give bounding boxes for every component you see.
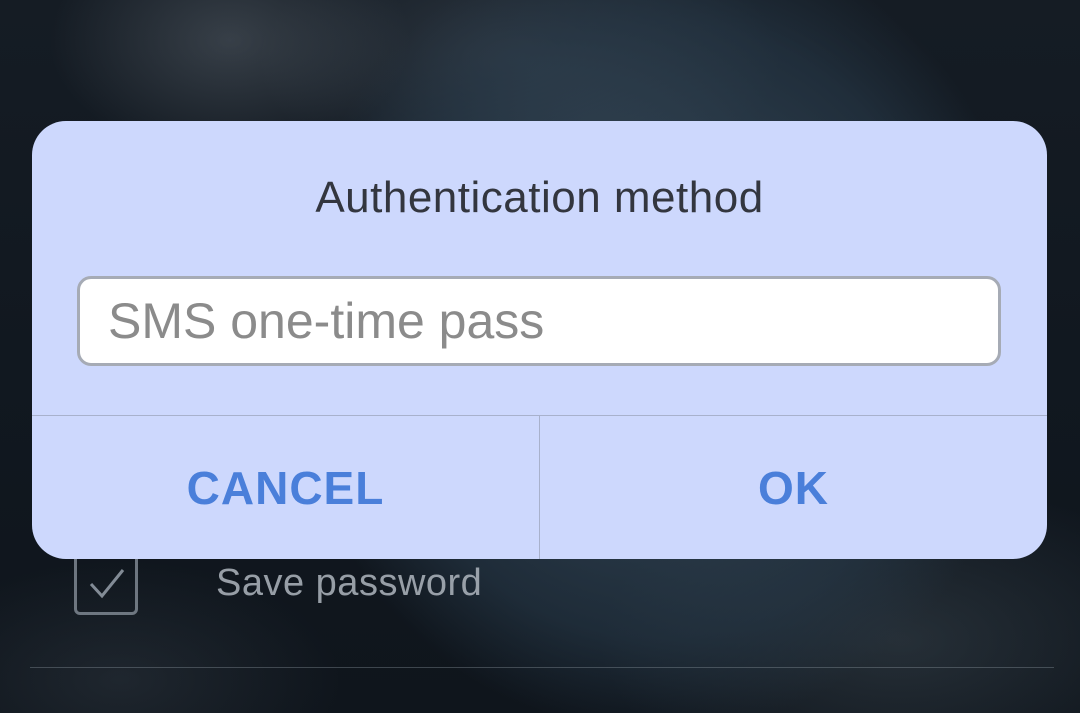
checkmark-icon (89, 569, 125, 599)
save-password-checkbox[interactable] (74, 553, 138, 615)
ok-button[interactable]: OK (540, 416, 1047, 559)
authentication-dialog: Authentication method CANCEL OK (32, 121, 1047, 559)
cancel-button[interactable]: CANCEL (32, 416, 539, 559)
authentication-method-input[interactable] (77, 276, 1001, 366)
dialog-title: Authentication method (315, 173, 764, 222)
form-divider (30, 667, 1054, 668)
save-password-label: Save password (216, 562, 483, 604)
app-screen: Save password Authentication method CANC… (0, 0, 1080, 713)
